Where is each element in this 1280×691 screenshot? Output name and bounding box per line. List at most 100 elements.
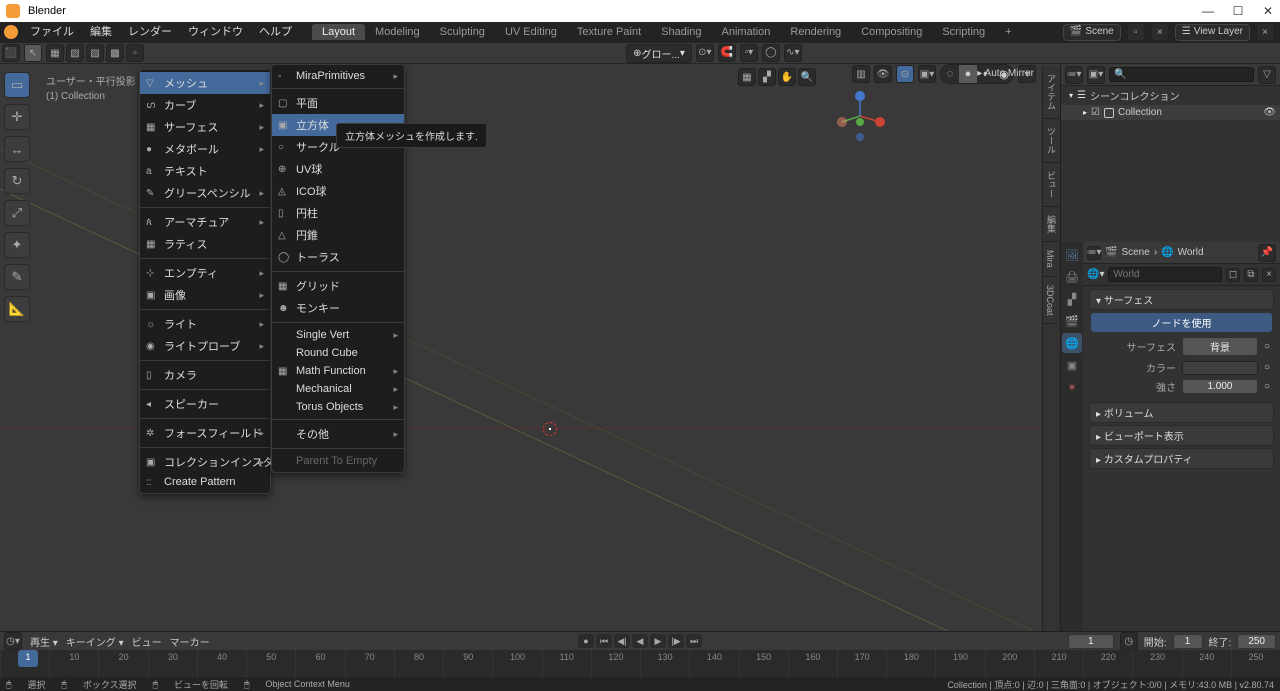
props-pin-button[interactable]: 📌 [1258, 244, 1276, 262]
world-new-icon[interactable]: ◻ [1226, 268, 1240, 282]
snap-toggle-icon[interactable]: 🧲 [718, 44, 736, 62]
autokey-icon[interactable]: ● [578, 634, 594, 648]
mesh-ICO球[interactable]: ◬ICO球 [272, 180, 404, 202]
add-グリースペンシル[interactable]: ✎グリースペンシル▸ [140, 182, 270, 204]
timeline-ruler[interactable]: 1 11020304050607080901001101201301401501… [0, 650, 1280, 678]
mesh-平面[interactable]: ▢平面 [272, 92, 404, 114]
menu-help[interactable]: ヘルプ [251, 22, 300, 42]
time-icon[interactable]: ◷ [1120, 632, 1138, 650]
tl-menu-keying[interactable]: キーイング ▾ [66, 634, 124, 649]
link-icon[interactable]: ○ [1264, 362, 1270, 373]
snap-i-icon[interactable]: ▩ [106, 44, 124, 62]
ntab-edit[interactable]: 編集 [1043, 207, 1060, 242]
menu-edit[interactable]: 編集 [82, 22, 120, 42]
props-pin-icon[interactable]: ≔▾ [1087, 246, 1101, 260]
mesh-Round Cube[interactable]: Round Cube [272, 344, 404, 362]
outliner-scene-collection[interactable]: ▾ ☰ シーンコレクション [1061, 86, 1280, 105]
menu-file[interactable]: ファイル [22, 22, 82, 42]
move-tool[interactable]: ↔ [4, 136, 30, 162]
cursor-tool[interactable]: ✛ [4, 104, 30, 130]
measure-tool[interactable]: 📐 [4, 296, 30, 322]
add-メッシュ[interactable]: ▽メッシュ▸ [140, 72, 270, 94]
tab-texturepaint[interactable]: Texture Paint [567, 24, 651, 40]
scale-tool[interactable]: ⤢ [4, 200, 30, 226]
mesh-Torus Objects[interactable]: Torus Objects▸ [272, 398, 404, 416]
viewlayer-picker[interactable]: ☰View Layer [1175, 24, 1250, 41]
add-サーフェス[interactable]: ▦サーフェス▸ [140, 116, 270, 138]
viewlayer-del-button[interactable]: × [1256, 23, 1274, 41]
tab-animation[interactable]: Animation [712, 24, 781, 40]
add-スピーカー[interactable]: ◂スピーカー [140, 393, 270, 415]
mesh-UV球[interactable]: ⊕UV球 [272, 158, 404, 180]
ntab-mira[interactable]: Mira [1043, 242, 1057, 277]
prev-key-icon[interactable]: ◀| [614, 634, 630, 648]
transform-tool[interactable]: ✦ [4, 232, 30, 258]
mesh-トーラス[interactable]: ◯トーラス [272, 246, 404, 268]
tab-add[interactable]: + [995, 24, 1021, 40]
add-テキスト[interactable]: aテキスト [140, 160, 270, 182]
select-box-tool[interactable]: ▭ [4, 72, 30, 98]
val-surface[interactable]: 背景 [1182, 337, 1258, 356]
ntab-item[interactable]: アイテム [1043, 66, 1060, 119]
world-copy-icon[interactable]: ⧉ [1244, 268, 1258, 282]
panel-surface[interactable]: ▾ サーフェス [1089, 289, 1274, 310]
snap-v-icon[interactable]: ▦ [46, 44, 64, 62]
jump-start-icon[interactable]: ⏮ [596, 634, 612, 648]
outliner-filter-icon[interactable]: ▽ [1258, 66, 1276, 84]
panel-viewport-display[interactable]: ▸ ビューポート表示 [1089, 425, 1274, 446]
play-icon[interactable]: ▶ [650, 634, 666, 648]
ptab-particles[interactable]: ✶ [1062, 377, 1082, 397]
outliner-collection[interactable]: ▸ ☑ Collection 👁 [1061, 105, 1280, 120]
start-frame[interactable]: 1 [1173, 634, 1203, 649]
outliner-display-icon[interactable]: ▣▾ [1087, 66, 1105, 84]
outliner-search[interactable]: 🔍 [1109, 67, 1254, 82]
mesh-円柱[interactable]: ▯円柱 [272, 202, 404, 224]
ntab-tool[interactable]: ツール [1043, 119, 1060, 163]
tab-layout[interactable]: Layout [312, 24, 365, 40]
link-icon[interactable]: ○ [1264, 341, 1270, 352]
world-datablock[interactable]: 🌐▾ World ◻ ⧉ × [1083, 264, 1280, 286]
add-コレクションインスタンス[interactable]: ▣コレクションインスタンス▸ [140, 451, 270, 473]
current-frame[interactable]: 1 [1068, 634, 1114, 649]
timeline-editor-icon[interactable]: ◷▾ [4, 632, 22, 650]
val-strength[interactable]: 1.000 [1182, 379, 1258, 394]
add-エンプティ[interactable]: ⊹エンプティ▸ [140, 262, 270, 284]
snap-type-icon[interactable]: ▫▾ [740, 44, 758, 62]
add-カーブ[interactable]: ഗカーブ▸ [140, 94, 270, 116]
ntab-3dcoat[interactable]: 3DCoat [1043, 277, 1057, 325]
mesh-Single Vert[interactable]: Single Vert▸ [272, 326, 404, 344]
next-key-icon[interactable]: |▶ [668, 634, 684, 648]
tab-compositing[interactable]: Compositing [851, 24, 932, 40]
axis-gizmo[interactable] [830, 86, 890, 146]
ptab-scene[interactable]: 🎬 [1062, 311, 1082, 331]
add-アーマチュア[interactable]: ጰアーマチュア▸ [140, 211, 270, 233]
cursor-tool-icon[interactable]: ↖ [24, 44, 42, 62]
menu-window[interactable]: ウィンドウ [180, 22, 251, 42]
add-フォースフィールド[interactable]: ✲フォースフィールド▸ [140, 422, 270, 444]
menu-render[interactable]: レンダー [120, 22, 180, 42]
ptab-output[interactable]: 🖨 [1062, 267, 1082, 287]
link-icon[interactable]: ○ [1264, 381, 1270, 392]
snap-c-icon[interactable]: ▫ [126, 44, 144, 62]
add-画像[interactable]: ▣画像▸ [140, 284, 270, 306]
panel-custom-props[interactable]: ▸ カスタムプロパティ [1089, 448, 1274, 469]
proportional-icon[interactable]: ◯ [762, 44, 780, 62]
tab-sculpting[interactable]: Sculpting [430, 24, 495, 40]
world-del-icon[interactable]: × [1262, 268, 1276, 282]
ntab-view[interactable]: ビュー [1043, 163, 1060, 207]
tl-menu-marker[interactable]: マーカー [170, 634, 210, 649]
crumb-scene[interactable]: Scene [1121, 247, 1149, 258]
snap-e-icon[interactable]: ▧ [66, 44, 84, 62]
overlays-icon[interactable]: ⊙ [896, 65, 914, 83]
tl-menu-playback[interactable]: 再生 ▾ [30, 634, 58, 649]
playhead[interactable]: 1 [18, 650, 38, 667]
outliner-editor-icon[interactable]: ≔▾ [1065, 66, 1083, 84]
snap-f-icon[interactable]: ▨ [86, 44, 104, 62]
use-nodes-button[interactable]: ノードを使用 [1091, 313, 1272, 332]
minimize-button[interactable]: — [1202, 4, 1214, 18]
editor-type-icon[interactable]: ⬛ [2, 44, 20, 62]
shading-solid-icon[interactable]: ● [959, 65, 977, 83]
color-swatch[interactable] [1182, 361, 1258, 375]
add-ラティス[interactable]: ▦ラティス [140, 233, 270, 255]
pivot-icon[interactable]: ⊙▾ [696, 44, 714, 62]
